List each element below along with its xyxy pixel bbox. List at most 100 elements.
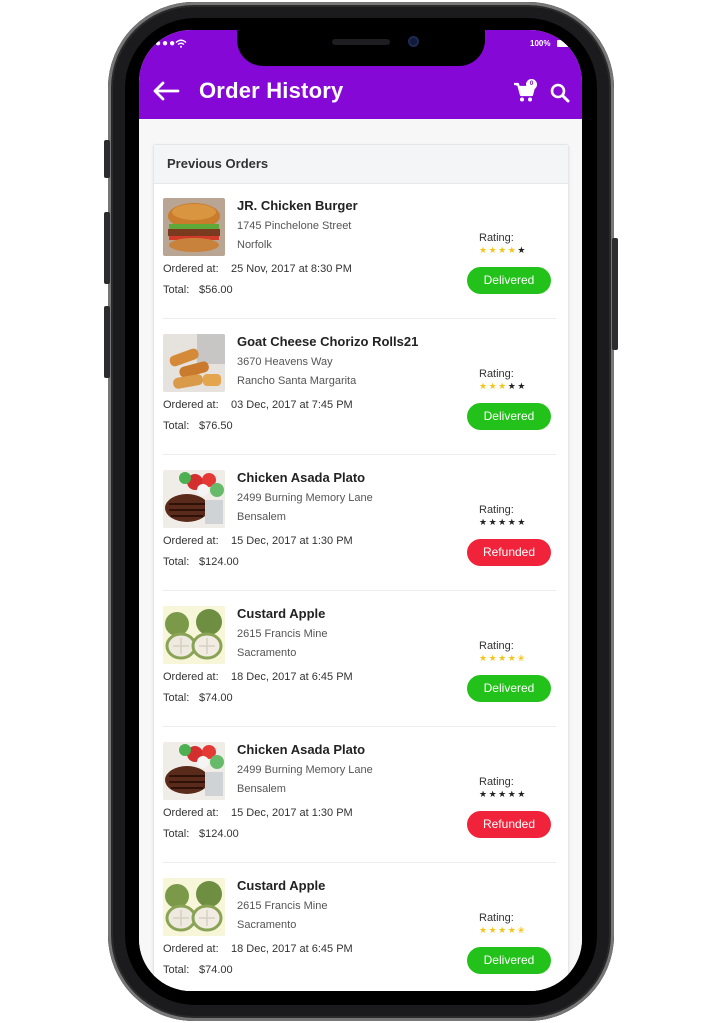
star-empty-icon: ★ [507,517,518,527]
front-camera [408,36,419,47]
order-item[interactable]: Chicken Asada Plato 2499 Burning Memory L… [154,455,568,591]
rating-label: Rating: [479,912,514,924]
order-name: Chicken Asada Plato [237,742,366,757]
back-arrow-icon[interactable] [152,80,180,102]
total-label: Total: [163,692,190,704]
section-header: Previous Orders [154,145,568,184]
address-line2: Bensalem [237,783,286,795]
food-image [163,742,225,800]
star-filled-icon: ★ [479,381,489,391]
star-half-icon: ✬ [517,653,527,663]
star-filled-icon: ★ [479,925,489,935]
food-image [163,470,225,528]
total-value: $124.00 [199,556,239,568]
food-image [163,334,225,392]
star-filled-icon: ★ [498,245,508,255]
order-status-button[interactable]: Delivered [467,675,551,702]
star-empty-icon: ★ [498,789,508,799]
total-value: $74.00 [199,692,233,704]
star-empty-icon: ★ [498,517,508,527]
address-line1: 2499 Burning Memory Lane [237,492,373,504]
rating-stars: ★★★★★ [479,517,527,528]
order-item[interactable]: Goat Cheese Chorizo Rolls21 3670 Heavens … [154,319,568,455]
volume-down-button [104,306,110,378]
star-empty-icon: ★ [479,517,489,527]
order-item[interactable]: Custard Apple 2615 Francis Mine Sacramento… [154,591,568,727]
ordered-at-value: 25 Nov, 2017 at 8:30 PM [231,263,352,275]
address-line2: Bensalem [237,511,286,523]
star-filled-icon: ★ [498,925,508,935]
order-status-button[interactable]: Refunded [467,811,551,838]
address-line1: 1745 Pinchelone Street [237,220,352,232]
rating-stars: ★★★★✬ [479,653,526,664]
star-empty-icon: ★ [517,245,527,255]
battery-icon [557,40,573,47]
star-filled-icon: ★ [488,245,499,255]
star-empty-icon: ★ [488,789,499,799]
star-empty-icon: ★ [507,789,518,799]
order-item[interactable]: Chicken Asada Plato 2499 Burning Memory L… [154,727,568,863]
cart-badge: 0 [526,79,537,90]
total-label: Total: [163,828,190,840]
order-status-button[interactable]: Delivered [467,947,551,974]
phone-notch [237,30,485,66]
star-empty-icon: ★ [517,381,527,391]
rating-label: Rating: [479,776,514,788]
star-filled-icon: ★ [498,653,508,663]
address-line1: 2615 Francis Mine [237,628,328,640]
total-label: Total: [163,556,190,568]
silent-switch [104,140,110,178]
order-status-button[interactable]: Delivered [467,267,551,294]
order-item[interactable]: JR. Chicken Burger 1745 Pinchelone Street… [154,183,568,319]
star-empty-icon: ★ [507,381,518,391]
star-filled-icon: ★ [479,653,489,663]
food-image [163,198,225,256]
rating-label: Rating: [479,640,514,652]
star-filled-icon: ★ [488,653,499,663]
star-empty-icon: ★ [517,789,527,799]
wifi-icon [175,39,187,48]
ordered-at-value: 18 Dec, 2017 at 6:45 PM [231,671,353,683]
star-filled-icon: ★ [507,245,518,255]
address-line1: 3670 Heavens Way [237,356,333,368]
ordered-at-label: Ordered at: [163,399,219,411]
speaker-grille [332,39,390,45]
star-half-icon: ✬ [517,925,527,935]
signal-indicator: ●●● [155,38,177,49]
search-icon[interactable] [549,82,571,104]
rating-label: Rating: [479,504,514,516]
rating-label: Rating: [479,232,514,244]
star-filled-icon: ★ [488,925,499,935]
address-line2: Sacramento [237,919,297,931]
order-status-button[interactable]: Delivered [467,403,551,430]
order-item[interactable]: Custard Apple 2615 Francis Mine Sacramento… [154,863,568,991]
star-empty-icon: ★ [517,517,527,527]
rating-stars: ★★★★✬ [479,925,526,936]
order-name: Custard Apple [237,606,326,621]
ordered-at-label: Ordered at: [163,535,219,547]
food-image [163,606,225,664]
total-label: Total: [163,964,190,976]
address-line2: Rancho Santa Margarita [237,375,357,387]
order-status-button[interactable]: Refunded [467,539,551,566]
address-line2: Norfolk [237,239,272,251]
total-value: $56.00 [199,284,233,296]
order-name: Chicken Asada Plato [237,470,366,485]
orders-card: Previous Orders JR. Chicken Burger 1745 P… [153,144,569,991]
ordered-at-label: Ordered at: [163,263,219,275]
order-name: Goat Cheese Chorizo Rolls21 [237,334,419,349]
power-button [612,238,618,350]
rating-label: Rating: [479,368,514,380]
star-empty-icon: ★ [479,789,489,799]
ordered-at-value: 15 Dec, 2017 at 1:30 PM [231,535,353,547]
total-value: $76.50 [199,420,233,432]
ordered-at-value: 18 Dec, 2017 at 6:45 PM [231,943,353,955]
ordered-at-value: 03 Dec, 2017 at 7:45 PM [231,399,353,411]
star-empty-icon: ★ [488,517,499,527]
star-filled-icon: ★ [488,381,499,391]
volume-up-button [104,212,110,284]
ordered-at-label: Ordered at: [163,671,219,683]
food-image [163,878,225,936]
ordered-at-value: 15 Dec, 2017 at 1:30 PM [231,807,353,819]
content-area: Previous Orders JR. Chicken Burger 1745 P… [139,119,582,991]
